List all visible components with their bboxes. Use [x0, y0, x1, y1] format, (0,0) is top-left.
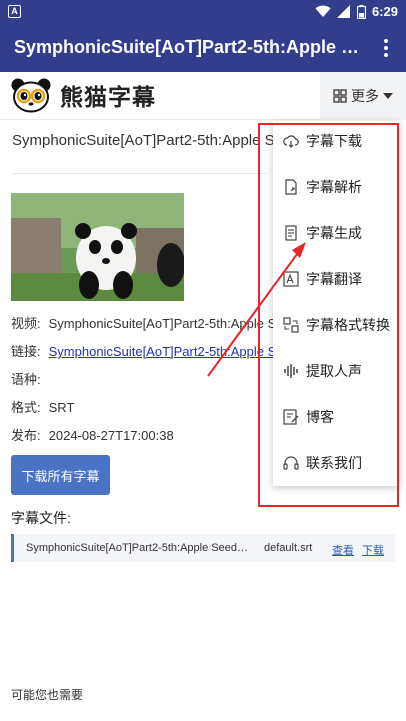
info-link: 链接: SymphonicSuite[AoT]Part2-5th:Apple Se… — [11, 344, 298, 359]
annotation-highlight-box — [258, 123, 399, 507]
more-menu-button[interactable]: 更多 — [320, 72, 406, 120]
status-bar: A 6:29 — [0, 0, 406, 24]
view-link[interactable]: 查看 — [332, 542, 354, 558]
status-icons: 6:29 — [315, 4, 398, 19]
status-time: 6:29 — [371, 4, 398, 19]
divider — [12, 173, 266, 174]
grid-icon — [333, 89, 347, 103]
files-section-title: 字幕文件: — [11, 510, 71, 526]
caret-down-icon — [383, 93, 393, 99]
notification-icon: A — [8, 5, 21, 18]
app-bar-title: SymphonicSuite[AoT]Part2-5th:Apple Seed — [14, 37, 364, 57]
wifi-icon — [315, 5, 331, 17]
panda-logo-icon — [11, 78, 51, 113]
file-title: SymphonicSuite[AoT]Part2-5th:Apple Seed… — [26, 542, 248, 554]
info-format: 格式: SRT — [11, 400, 75, 415]
more-label: 更多 — [351, 88, 379, 104]
file-name: default.srt — [264, 542, 313, 554]
battery-icon — [356, 4, 366, 19]
info-published: 发布: 2024-08-27T17:00:38 — [11, 428, 174, 443]
info-language: 语种: — [11, 372, 41, 387]
download-all-button[interactable]: 下载所有字幕 — [11, 455, 110, 495]
signal-icon — [336, 5, 350, 18]
logo-text: 熊猫字幕 — [60, 85, 156, 111]
site-header: 熊猫字幕 更多 — [0, 72, 406, 120]
site-logo[interactable]: 熊猫字幕 — [10, 77, 156, 113]
video-thumbnail — [11, 193, 184, 301]
download-link[interactable]: 下载 — [362, 542, 384, 558]
app-bar: SymphonicSuite[AoT]Part2-5th:Apple Seed — [0, 24, 406, 72]
overflow-menu-icon[interactable] — [378, 36, 394, 60]
related-section-title: 可能您也需要 — [11, 688, 84, 702]
info-video: 视频: SymphonicSuite[AoT]Part2-5th:Apple Se… — [11, 316, 298, 331]
file-row: SymphonicSuite[AoT]Part2-5th:Apple Seed…… — [11, 534, 395, 562]
